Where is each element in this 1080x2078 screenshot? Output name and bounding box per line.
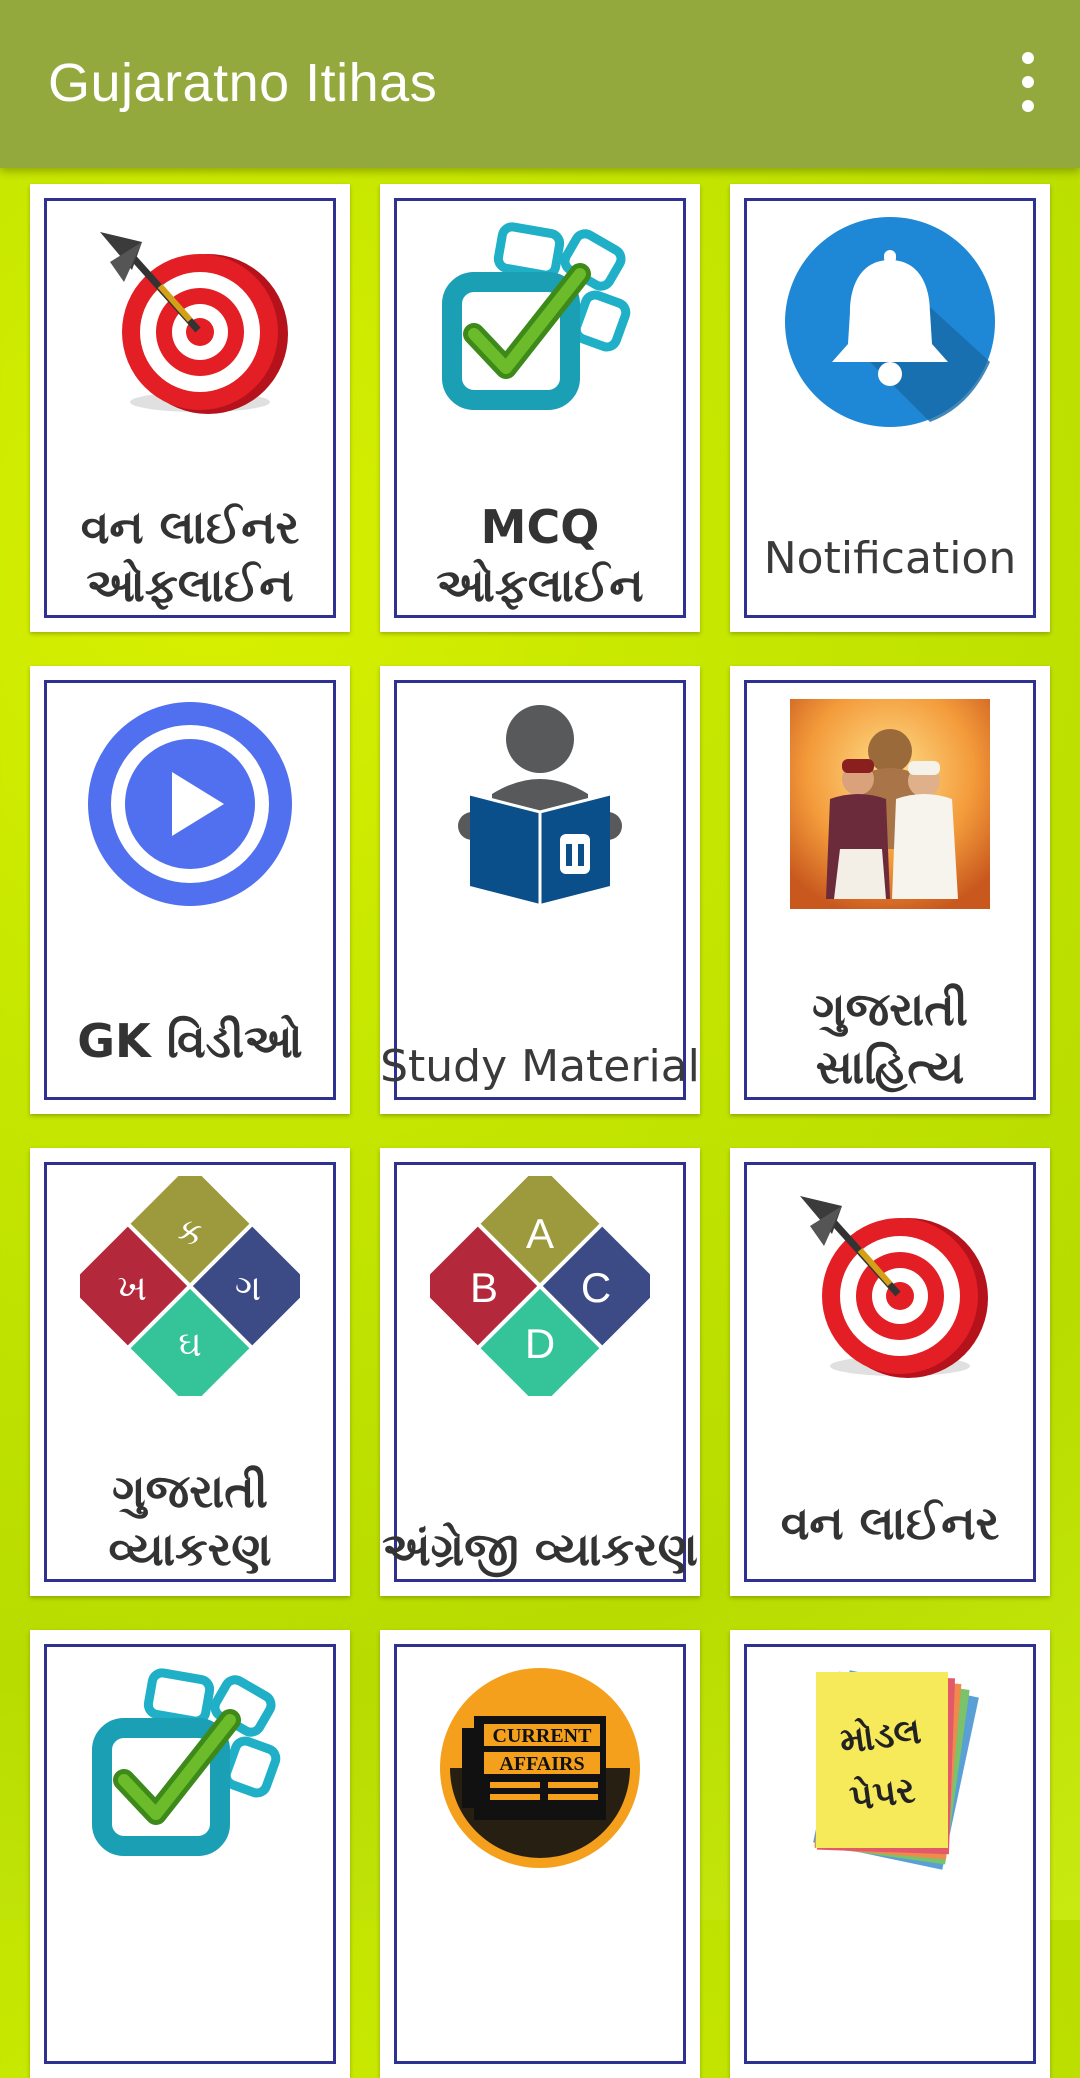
tile-label: MCQ ઓફલાઈન <box>436 500 644 612</box>
letter-left: ખ <box>117 1268 147 1309</box>
bell-icon <box>780 212 1000 432</box>
app-title: Gujaratno Itihas <box>48 53 438 113</box>
reading-person-icon <box>430 694 650 914</box>
letter-left: B <box>470 1264 498 1311</box>
app-bar: Gujaratno Itihas <box>0 0 1080 168</box>
tile-label: Study Material <box>380 1041 700 1092</box>
tile-mcq-offline[interactable]: MCQ ઓફલાઈન <box>380 184 700 632</box>
tile-gujarati-vyakaran[interactable]: ક ખ ગ ઘ ગુજરાતી વ્યાકરણ <box>30 1148 350 1596</box>
letter-bottom: D <box>525 1320 555 1367</box>
checkbox-icon <box>430 212 650 432</box>
letter-bottom: ઘ <box>178 1324 202 1365</box>
tile-oneliner[interactable]: વન લાઈનર <box>730 1148 1050 1596</box>
model-paper-icon: મોડલ પેપર <box>780 1658 1000 1878</box>
tile-gujarati-sahitya[interactable]: ગુજરાતી સાહિત્ય <box>730 666 1050 1114</box>
letter-right: ગ <box>235 1268 261 1309</box>
tile-label: ગુજરાતી સાહિત્ય <box>812 982 968 1094</box>
tile-mcq[interactable] <box>30 1630 350 2078</box>
badge-text-affairs: AFFAIRS <box>499 1753 584 1775</box>
gujarati-letters-icon: ક ખ ગ ઘ <box>80 1176 300 1396</box>
tile-current-affairs[interactable]: CURRENT AFFAIRS <box>380 1630 700 2078</box>
tile-notification[interactable]: Notification <box>730 184 1050 632</box>
tile-gk-video[interactable]: GK વિડીઓ <box>30 666 350 1114</box>
tile-label: GK વિડીઓ <box>77 1014 303 1068</box>
tile-angreji-vyakaran[interactable]: A B C D અંગ્રેજી વ્યાકરણ <box>380 1148 700 1596</box>
tile-label: ગુજરાતી વ્યાકરણ <box>108 1464 272 1576</box>
tile-label: Notification <box>763 533 1017 584</box>
letter-top: A <box>526 1210 554 1257</box>
tile-oneliner-offline[interactable]: વન લાઈનર ઓફલાઈન <box>30 184 350 632</box>
literature-image <box>780 694 1000 914</box>
feature-grid: વન લાઈનર ઓફલાઈન MCQ ઓફલાઈન Notification … <box>0 168 1080 2078</box>
tile-label: અંગ્રેજી વ્યાકરણ <box>382 1522 698 1576</box>
badge-text-current: CURRENT <box>493 1725 593 1747</box>
more-vert-icon[interactable] <box>1006 52 1050 112</box>
play-icon <box>80 694 300 914</box>
dartboard-icon <box>80 212 300 432</box>
letter-right: C <box>581 1264 611 1311</box>
tile-label: વન લાઈનર ઓફલાઈન <box>80 500 300 612</box>
checkbox-icon <box>80 1658 300 1878</box>
tile-model-paper[interactable]: મોડલ પેપર <box>730 1630 1050 2078</box>
letter-top: ક <box>177 1212 202 1253</box>
dartboard-icon <box>780 1176 1000 1396</box>
tile-label: વન લાઈનર <box>780 1496 1000 1550</box>
abcd-icon: A B C D <box>430 1176 650 1396</box>
tile-study-material[interactable]: Study Material <box>380 666 700 1114</box>
current-affairs-icon: CURRENT AFFAIRS <box>430 1658 650 1878</box>
